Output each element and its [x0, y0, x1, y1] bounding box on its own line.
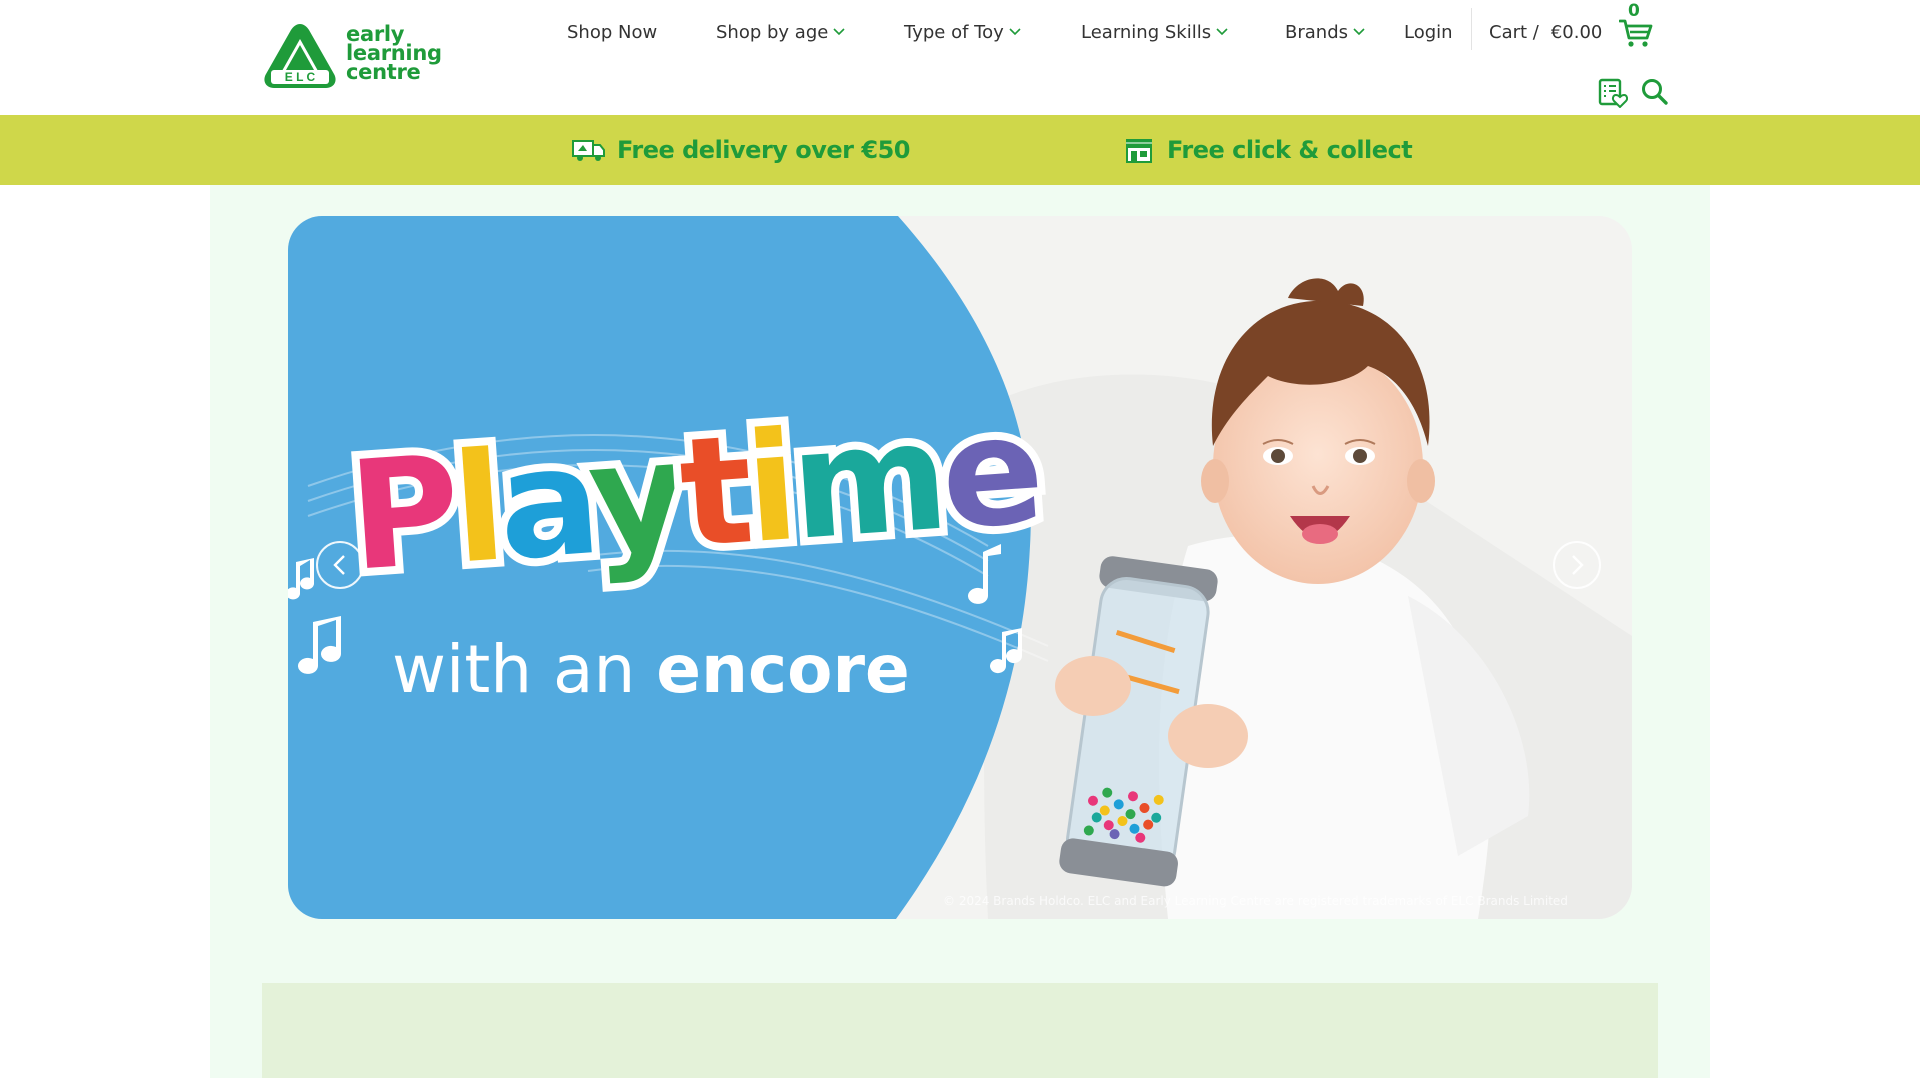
nav-learning-skills[interactable]: Learning Skills: [1081, 18, 1228, 46]
nav-brands[interactable]: Brands: [1285, 18, 1365, 46]
hero-subline: with an encore: [392, 631, 910, 708]
cart-total: €0.00: [1550, 21, 1603, 43]
promo-click-collect-text: Free click & collect: [1167, 136, 1413, 164]
cart-icon[interactable]: [1619, 18, 1653, 48]
hero-headline: Playtime: [336, 375, 1051, 613]
site-header: E L C early learning centre Shop Now Sho…: [0, 0, 1920, 115]
nav-type-of-toy-label: Type of Toy: [904, 21, 1004, 43]
search-icon[interactable]: [1641, 78, 1669, 106]
logo-line-3: centre: [346, 60, 421, 84]
nav-shop-now-label: Shop Now: [567, 21, 658, 43]
hero-subline-bold: encore: [656, 631, 910, 708]
store-icon: [1126, 139, 1152, 163]
promo-click-collect[interactable]: Free click & collect: [1122, 115, 1413, 185]
login-link[interactable]: Login: [1404, 18, 1453, 46]
promo-free-delivery-text: Free delivery over €50: [617, 136, 910, 164]
delivery-van-icon: [572, 140, 605, 161]
chevron-down-icon: [833, 28, 845, 36]
nav-shop-by-age[interactable]: Shop by age: [716, 18, 845, 46]
header-divider: [1471, 8, 1472, 50]
chevron-down-icon: [1009, 28, 1021, 36]
chevron-left-icon: [333, 555, 345, 575]
nav-learning-skills-label: Learning Skills: [1081, 21, 1212, 43]
nav-shop-by-age-label: Shop by age: [716, 21, 829, 43]
cart-label: Cart /: [1489, 21, 1539, 43]
headline-letter-a: a: [485, 406, 604, 602]
carousel-next-button[interactable]: [1553, 541, 1601, 589]
hero-banner[interactable]: Playtime with an encore © 2024 Brands Ho…: [288, 216, 1632, 919]
promo-free-delivery[interactable]: Free delivery over €50: [572, 115, 910, 185]
wishlist-icon[interactable]: [1598, 78, 1628, 108]
headline-letter-e: e: [928, 375, 1052, 571]
login-label: Login: [1404, 21, 1453, 43]
headline-letter-p: P: [336, 416, 468, 613]
svg-text:E L C: E L C: [285, 70, 316, 84]
nav-brands-label: Brands: [1285, 21, 1348, 43]
cart-link[interactable]: Cart / €0.00: [1489, 18, 1602, 46]
hero-subline-light: with an: [392, 631, 657, 708]
promo-bar: Free delivery over €50 Free click & coll…: [0, 115, 1920, 185]
nav-type-of-toy[interactable]: Type of Toy: [904, 18, 1021, 46]
chevron-down-icon: [1216, 28, 1228, 36]
headline-letter-m: m: [778, 382, 956, 582]
carousel-prev-button[interactable]: [316, 541, 364, 589]
chevron-right-icon: [1572, 555, 1584, 575]
nav-shop-now[interactable]: Shop Now: [567, 18, 657, 46]
chevron-down-icon: [1353, 28, 1365, 36]
lower-content-panel: [262, 983, 1658, 1078]
headline-letter-y: y: [575, 400, 695, 596]
hero-legal-text: © 2024 Brands Holdco. ELC and Early Lear…: [943, 894, 1568, 908]
